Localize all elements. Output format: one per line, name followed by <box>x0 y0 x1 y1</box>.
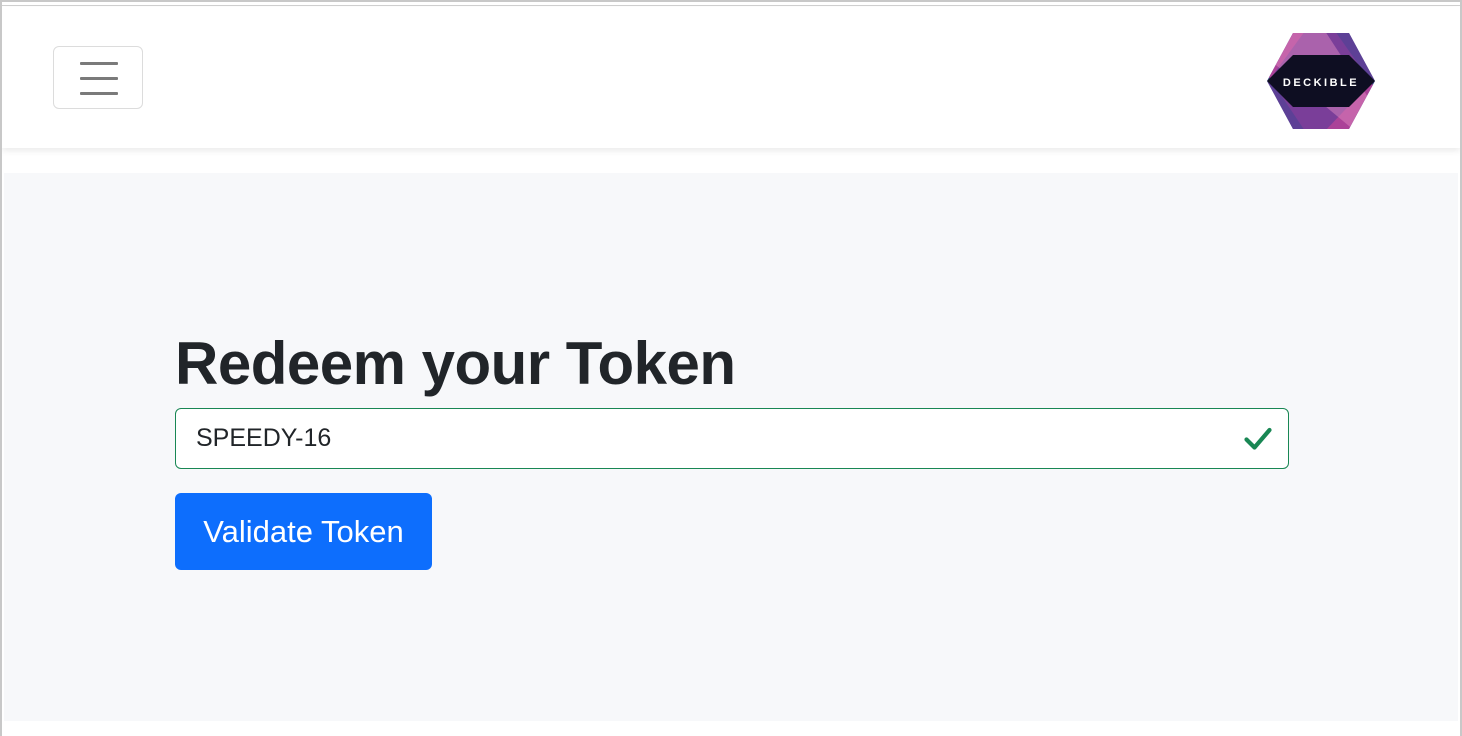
hamburger-icon <box>80 62 118 65</box>
hamburger-icon-line <box>80 92 118 95</box>
main-section: Redeem your Token Validate Token <box>4 173 1458 721</box>
checkmark-icon <box>1244 426 1272 452</box>
logo-text: DECKIBLE <box>1283 77 1359 89</box>
browser-frame: DECKIBLE Redeem your Token Validate Toke… <box>0 0 1462 736</box>
token-input[interactable] <box>176 409 1288 468</box>
logo-graphic: DECKIBLE <box>1267 33 1375 129</box>
navbar: DECKIBLE <box>2 7 1460 148</box>
hamburger-icon-line <box>80 77 118 80</box>
navbar-toggler-button[interactable] <box>53 46 143 109</box>
deckible-logo[interactable]: DECKIBLE <box>1265 31 1377 131</box>
page-title: Redeem your Token <box>175 330 736 397</box>
bottom-strip <box>2 721 1460 736</box>
validate-token-button[interactable]: Validate Token <box>175 493 432 570</box>
token-field <box>175 408 1289 469</box>
top-border <box>2 2 1460 6</box>
